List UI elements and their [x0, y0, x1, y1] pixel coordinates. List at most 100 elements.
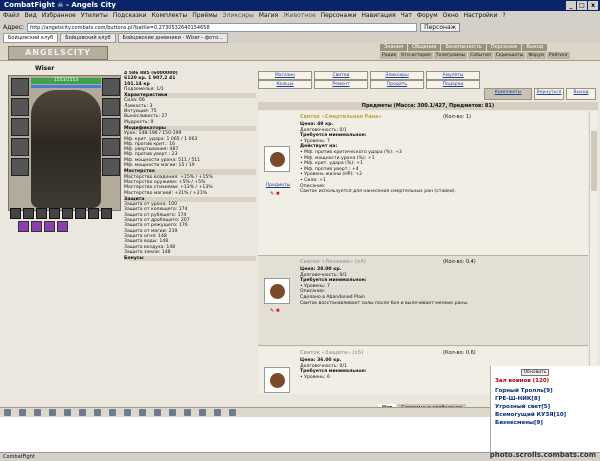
maximize-icon[interactable]: □ [577, 1, 587, 10]
delete-icon[interactable]: ✖ [276, 191, 280, 197]
tab-fight-club-1[interactable]: Бойцовский клуб [3, 33, 59, 43]
shop-tab-scrolls[interactable]: Свитки [314, 71, 368, 80]
nav-screenshots[interactable]: Скриншоты [493, 52, 526, 59]
tool-icon[interactable] [199, 409, 206, 416]
menu-magic[interactable]: Магия [259, 11, 279, 21]
menu-chat[interactable]: Чат [401, 11, 412, 21]
tab-fight-club-2[interactable]: Бойцовский клуб [60, 33, 116, 43]
tool-icon[interactable] [184, 409, 191, 416]
scrollbar-thumb[interactable] [591, 131, 597, 191]
belt-slot-4[interactable] [49, 208, 60, 219]
room-user[interactable]: Бизнесмены[9] [495, 420, 543, 426]
shop-tab-sell[interactable]: Продать [370, 80, 424, 89]
shop-tab-amulets[interactable]: Амулеты [426, 71, 480, 80]
tool-icon[interactable] [34, 409, 41, 416]
tool-icon[interactable] [19, 409, 26, 416]
url-input[interactable]: http://angelscity.combats.com/buttons.pl… [27, 22, 418, 32]
nav-rating[interactable]: Рейтинг [546, 52, 571, 59]
nav-history[interactable]: Кто-история [399, 52, 433, 59]
menu-sets[interactable]: Комплекты [152, 11, 188, 21]
menu-settings[interactable]: Настройки [464, 11, 498, 21]
buy-link[interactable]: Предметы [262, 183, 294, 188]
nav-events[interactable]: События [468, 52, 493, 59]
ability-slot-4[interactable] [57, 221, 68, 232]
room-user[interactable]: Всемогущий КУЗЯ[10] [495, 412, 566, 418]
item-image[interactable] [264, 278, 290, 304]
belt-slot-2[interactable] [23, 208, 34, 219]
stats-section-header[interactable]: Бонусы [124, 256, 256, 262]
slot-gloves[interactable] [102, 98, 120, 116]
nav-character[interactable]: Персонаж [486, 44, 522, 51]
nav-radio[interactable]: Радио [380, 52, 399, 59]
item-image[interactable] [264, 367, 290, 393]
belt-slot-8[interactable] [101, 208, 112, 219]
tool-icon[interactable] [139, 409, 146, 416]
belt-slot-3[interactable] [36, 208, 47, 219]
tool-icon[interactable] [214, 409, 221, 416]
item-name[interactable]: Свиток «Защита» (x5) [300, 350, 364, 356]
slot-armor[interactable] [11, 138, 29, 156]
shop-tab-sets[interactable]: Комплекты [484, 88, 532, 100]
room-user[interactable]: Угрозный свет[5] [495, 404, 550, 410]
tool-icon[interactable] [229, 409, 236, 416]
nav-security[interactable]: Безопасность [441, 44, 486, 51]
menu-animal[interactable]: Животное [283, 11, 315, 21]
character-figure[interactable] [31, 90, 101, 208]
buy-icon[interactable]: ✎ [270, 308, 274, 314]
menu-favorites[interactable]: Избранное [42, 11, 76, 21]
slot-amulet[interactable] [11, 98, 29, 116]
item-name[interactable]: Свиток «Смертельная Рана» [300, 114, 382, 120]
nav-telegrams[interactable]: Телеграммы [433, 52, 468, 59]
ability-slot-1[interactable] [18, 221, 29, 232]
character-button[interactable]: Персонаж [420, 22, 461, 32]
tool-icon[interactable] [64, 409, 71, 416]
tab-diaries[interactable]: Бойцовские дневники - Wiser - фото... [117, 33, 228, 43]
slot-ring[interactable] [102, 138, 120, 156]
return-button[interactable]: Вернуться [534, 88, 564, 100]
belt-slot-5[interactable] [62, 208, 73, 219]
item-image[interactable] [264, 146, 290, 172]
belt-slot-6[interactable] [75, 208, 86, 219]
exit-button[interactable]: Выход [566, 88, 596, 100]
item-list-scrollbar[interactable] [589, 111, 597, 394]
room-user[interactable]: ГРЕ-Ш-НИК[8] [495, 396, 540, 402]
character-name[interactable]: Wiser [35, 65, 54, 72]
shop-tab-repair[interactable]: Ремонт [314, 80, 368, 89]
item-name[interactable]: Свиток «Лечение» (x4) [300, 259, 366, 265]
menu-skills[interactable]: Приёмы [192, 11, 217, 21]
nav-knowledge[interactable]: Знания [380, 44, 408, 51]
tool-icon[interactable] [94, 409, 101, 416]
tool-icon[interactable] [49, 409, 56, 416]
slot-helmet[interactable] [11, 78, 29, 96]
menu-characters[interactable]: Персонажи [321, 11, 357, 21]
shop-tab-elixirs[interactable]: Эликсиры [370, 71, 424, 80]
shop-tab-gifts[interactable]: Подарки [426, 80, 480, 89]
menu-navigation[interactable]: Навигация [362, 11, 396, 21]
minimize-icon[interactable]: _ [566, 1, 576, 10]
ability-slot-2[interactable] [31, 221, 42, 232]
slot-earrings[interactable] [102, 78, 120, 96]
menu-elixirs[interactable]: Эликсиры [222, 11, 253, 21]
shop-tab-store[interactable]: Магазин [258, 71, 312, 80]
menu-forum[interactable]: Форум [417, 11, 438, 21]
menu-hints[interactable]: Подсказки [113, 11, 147, 21]
slot-weapon[interactable] [11, 118, 29, 136]
ability-slot-3[interactable] [44, 221, 55, 232]
slot-boots[interactable] [102, 158, 120, 176]
belt-slot-1[interactable] [10, 208, 21, 219]
menu-window[interactable]: Окно [443, 11, 459, 21]
menu-tools[interactable]: Утилиты [81, 11, 108, 21]
chat-log[interactable] [0, 412, 490, 456]
shop-tab-rings[interactable]: Кольца [258, 80, 312, 89]
menu-file[interactable]: Файл [3, 11, 20, 21]
tool-icon[interactable] [79, 409, 86, 416]
tool-icon[interactable] [154, 409, 161, 416]
nav-exit[interactable]: Выход [522, 44, 548, 51]
refresh-button[interactable]: Обновить [521, 369, 549, 376]
tool-icon[interactable] [4, 409, 11, 416]
room-user[interactable]: Горный Тролль[9] [495, 388, 553, 394]
nav-forum[interactable]: Форум [526, 52, 546, 59]
delete-icon[interactable]: ✖ [276, 308, 280, 314]
menu-view[interactable]: Вид [25, 11, 37, 21]
slot-belt[interactable] [11, 158, 29, 176]
